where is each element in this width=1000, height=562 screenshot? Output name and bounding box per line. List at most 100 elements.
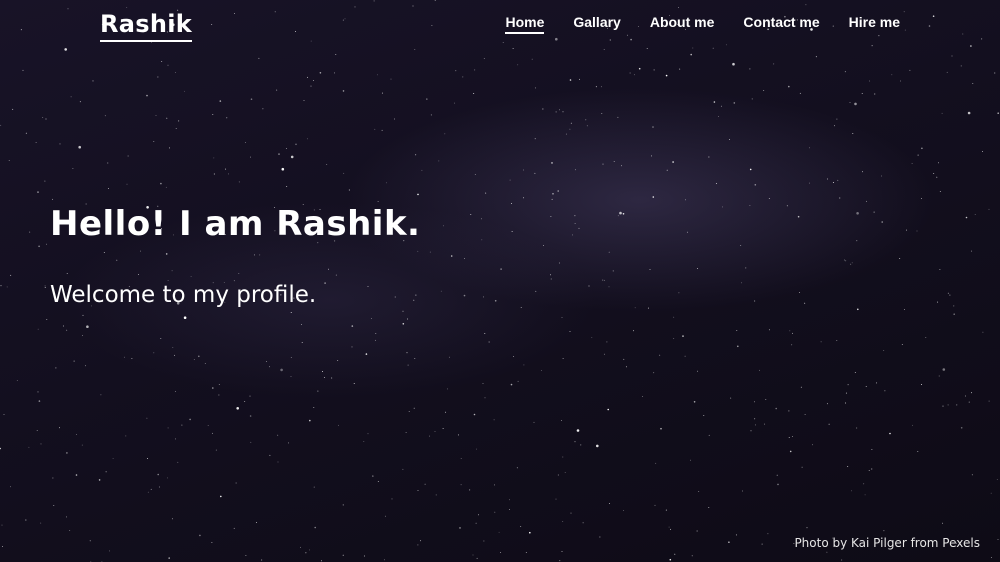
star xyxy=(847,466,849,467)
star xyxy=(911,163,913,164)
star xyxy=(258,57,260,59)
star xyxy=(165,253,168,255)
star xyxy=(174,354,175,356)
star xyxy=(845,260,847,262)
star xyxy=(647,307,649,309)
star xyxy=(901,344,903,346)
star xyxy=(574,441,576,443)
star xyxy=(244,141,246,143)
star xyxy=(123,356,125,358)
star xyxy=(219,100,222,102)
star xyxy=(925,337,927,338)
star xyxy=(777,483,779,486)
star xyxy=(708,156,710,158)
star xyxy=(638,67,641,70)
star xyxy=(525,551,527,553)
star xyxy=(844,71,846,73)
star xyxy=(351,346,353,348)
star xyxy=(319,72,322,74)
brand-logo[interactable]: Rashik xyxy=(100,10,193,42)
star xyxy=(555,111,557,113)
star xyxy=(968,401,970,403)
star xyxy=(792,332,793,334)
star xyxy=(845,392,847,394)
star xyxy=(531,58,533,60)
star xyxy=(413,299,415,301)
star xyxy=(78,145,81,149)
star xyxy=(46,319,48,320)
star xyxy=(708,434,710,436)
star xyxy=(35,142,37,144)
star xyxy=(235,482,237,484)
star xyxy=(604,279,605,281)
star xyxy=(310,85,312,87)
star xyxy=(262,108,264,110)
star xyxy=(75,474,78,476)
star xyxy=(353,383,355,384)
star xyxy=(215,449,217,451)
star xyxy=(391,498,393,500)
star xyxy=(38,400,41,402)
photo-credit: Photo by Kai Pilger from Pexels xyxy=(794,536,980,550)
star xyxy=(38,245,40,248)
star xyxy=(517,64,519,66)
navbar: Rashik Home Gallary About me Contact me … xyxy=(0,0,1000,50)
star xyxy=(245,554,247,556)
star xyxy=(607,408,609,411)
star xyxy=(473,413,476,416)
star xyxy=(864,494,866,496)
star xyxy=(708,507,710,508)
nav-link-gallary[interactable]: Gallary xyxy=(573,14,620,34)
star xyxy=(174,391,176,393)
star xyxy=(754,418,756,420)
star xyxy=(862,171,863,173)
star xyxy=(634,307,636,309)
star xyxy=(301,323,302,325)
star xyxy=(86,325,89,329)
star xyxy=(415,154,417,156)
star xyxy=(933,172,935,174)
star xyxy=(776,474,778,476)
nav-link-home[interactable]: Home xyxy=(505,14,545,34)
star xyxy=(377,200,379,202)
star xyxy=(383,559,385,561)
star xyxy=(535,290,537,292)
nav-link-contact-me[interactable]: Contact me xyxy=(743,14,819,34)
star xyxy=(45,118,47,120)
star xyxy=(213,157,215,159)
star xyxy=(845,402,847,404)
star xyxy=(494,300,497,302)
star xyxy=(147,491,149,493)
star xyxy=(788,85,790,88)
star xyxy=(672,161,674,163)
star xyxy=(697,370,699,372)
star xyxy=(126,183,128,185)
star xyxy=(603,353,605,355)
star xyxy=(511,203,512,205)
star xyxy=(578,227,580,229)
star xyxy=(218,384,220,386)
star xyxy=(66,329,68,331)
star xyxy=(62,325,64,327)
star xyxy=(513,356,515,358)
star xyxy=(309,419,311,422)
star xyxy=(212,387,214,389)
star xyxy=(276,89,278,91)
star xyxy=(42,116,44,118)
star xyxy=(561,419,562,421)
star xyxy=(899,258,901,260)
nav-link-hire-me[interactable]: Hire me xyxy=(849,14,900,34)
nav-link-about-me[interactable]: About me xyxy=(650,14,715,34)
star xyxy=(990,557,992,559)
star xyxy=(851,490,853,492)
star xyxy=(8,160,10,161)
star xyxy=(728,541,730,543)
star xyxy=(591,336,593,338)
star xyxy=(269,366,271,368)
star xyxy=(158,486,160,488)
star xyxy=(288,442,290,444)
star xyxy=(953,313,955,316)
star xyxy=(557,474,559,476)
star xyxy=(305,552,307,554)
star xyxy=(25,132,27,134)
